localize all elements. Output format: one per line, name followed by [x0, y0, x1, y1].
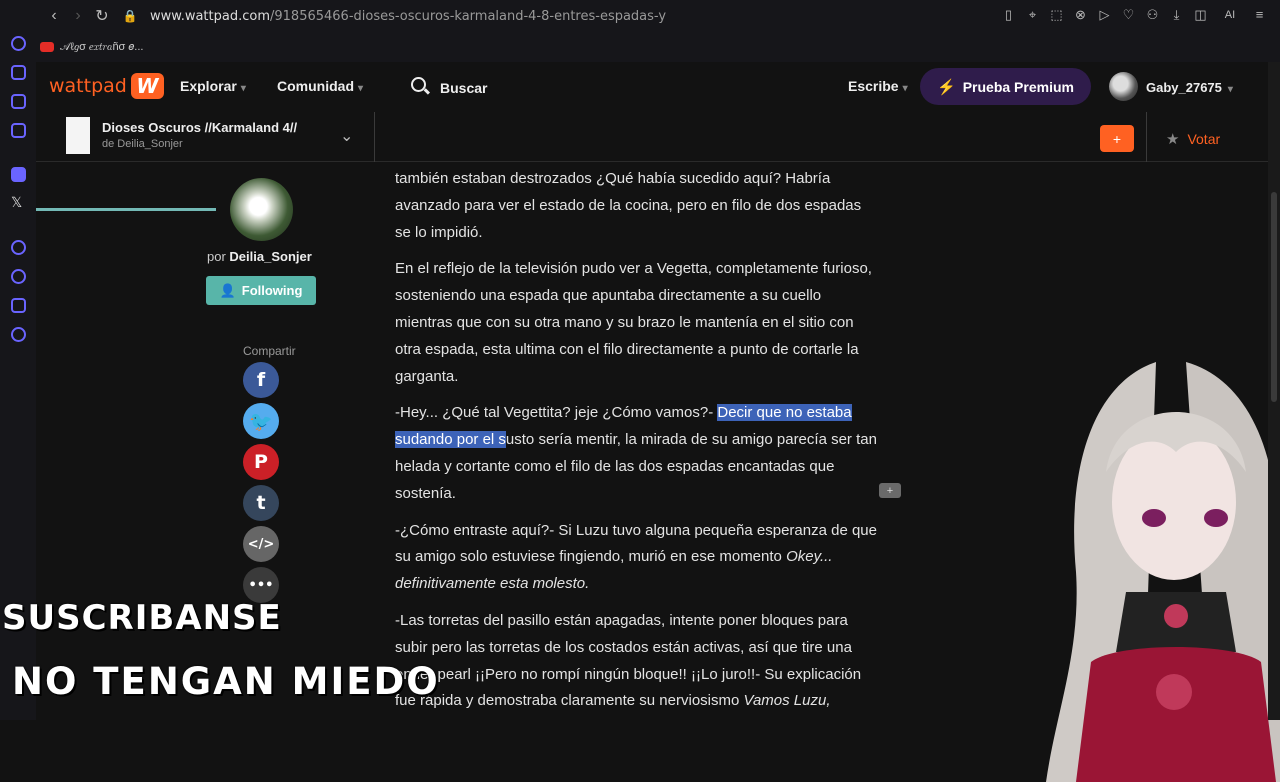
youtube-icon: [40, 42, 54, 52]
close-tab-icon[interactable]: ⊗: [1072, 6, 1089, 23]
author-byline: por Deilia_Sonjer: [207, 249, 312, 264]
search-icon[interactable]: [411, 77, 426, 92]
explore-menu[interactable]: Explorar ▾: [180, 78, 246, 94]
sidebar-player-icon[interactable]: [11, 240, 26, 255]
forward-icon[interactable]: ›: [66, 4, 90, 28]
text-run: -Hey... ¿Qué tal Vegettita? jeje ¿Cómo v…: [395, 404, 718, 422]
overlay-subscribe-text: SUSCRIBANSE: [2, 598, 282, 638]
embed-share-icon[interactable]: </>: [243, 526, 279, 562]
logo-mark: W: [130, 73, 164, 99]
extension-toolbar: ▯ ⌖ ⬚ ⊗ ▷ ♡ ⚇ ⤓ ◫ AI ≡: [1000, 6, 1268, 23]
reload-icon[interactable]: ↻: [90, 4, 114, 28]
by-prefix: por: [207, 249, 226, 264]
chevron-down-icon: ▾: [1227, 84, 1233, 95]
sidebar-mail-icon[interactable]: [11, 123, 26, 138]
user-avatar[interactable]: [1109, 72, 1138, 101]
facebook-share-icon[interactable]: f: [243, 362, 279, 398]
site-header: wattpad W Explorar ▾ Comunidad ▾ Buscar Es…: [36, 62, 1268, 112]
sidebar-bookmarks-icon[interactable]: [11, 65, 26, 80]
sidebar-speed-dial-icon[interactable]: [11, 36, 26, 51]
chevron-down-icon: ▾: [902, 83, 908, 94]
paragraph: -Hey... ¿Qué tal Vegettita? jeje ¿Cómo v…: [395, 400, 877, 507]
bookmark-item[interactable]: 𝒜ℓ𝑔σ 𝑒𝑥𝑡𝑟𝑎ñσ 𝑒...: [60, 41, 143, 54]
add-to-list-button[interactable]: +: [1100, 125, 1134, 152]
community-menu[interactable]: Comunidad ▾: [277, 78, 363, 94]
pinterest-share-icon[interactable]: P: [243, 444, 279, 480]
follow-button[interactable]: 👤 Following: [206, 276, 316, 305]
bolt-icon: ⚡: [937, 78, 956, 96]
lock-icon: 🔒: [122, 9, 138, 23]
community-label: Comunidad: [277, 78, 354, 94]
url-host: www.wattpad.com: [150, 9, 270, 24]
play-icon[interactable]: ▷: [1096, 6, 1113, 23]
screenshot-icon[interactable]: ⬚: [1048, 6, 1065, 23]
overlay-fear-text: NO TENGAN MIEDO: [12, 660, 440, 703]
url-path: /918565466-dioses-oscuros-karmaland-4-8-…: [270, 9, 667, 24]
sidebar-extensions-icon[interactable]: [11, 298, 26, 313]
page-scrollbar[interactable]: [1268, 62, 1280, 720]
account-icon[interactable]: ⚇: [1144, 6, 1161, 23]
search-button[interactable]: Buscar: [440, 80, 487, 96]
browser-chrome: ‹ › ↻ 🔒 www.wattpad.com/918565466-dioses…: [0, 0, 1280, 62]
explore-label: Explorar: [180, 78, 237, 94]
sidebar-x-icon[interactable]: 𝕏: [11, 194, 22, 211]
user-menu[interactable]: Gaby_27675 ▾: [1146, 80, 1233, 95]
bookmarks-bar: 𝒜ℓ𝑔σ 𝑒𝑥𝑡𝑟𝑎ñσ 𝑒...: [40, 36, 143, 58]
premium-button[interactable]: ⚡ Prueba Premium: [920, 68, 1091, 105]
toggle-icon[interactable]: ◫: [1192, 6, 1209, 23]
chevron-down-icon[interactable]: ⌄: [340, 126, 353, 146]
author-name[interactable]: Deilia_Sonjer: [229, 249, 311, 264]
pin-icon[interactable]: ⌖: [1024, 6, 1041, 23]
sidebar-notes-icon[interactable]: [11, 94, 26, 109]
heart-icon[interactable]: ♡: [1120, 6, 1137, 23]
sidebar-settings-icon[interactable]: [11, 327, 26, 342]
write-menu[interactable]: Escribe ▾: [848, 78, 908, 94]
back-icon[interactable]: ‹: [42, 4, 66, 28]
follow-label: Following: [241, 283, 303, 298]
user-follow-icon: 👤: [219, 282, 236, 298]
download-icon[interactable]: ⤓: [1168, 6, 1185, 23]
vote-button[interactable]: ★ Votar: [1166, 130, 1220, 148]
ai-button[interactable]: AI: [1216, 6, 1244, 23]
story-title[interactable]: Dioses Oscuros //Karmaland 4//: [102, 120, 297, 135]
paragraph: también estaban destrozados ¿Qué había s…: [395, 170, 862, 241]
tumblr-share-icon[interactable]: t: [243, 485, 279, 521]
story-content: también estaban destrozados ¿Qué había s…: [395, 166, 877, 725]
divider: [1146, 112, 1147, 162]
wattpad-logo[interactable]: wattpad W: [49, 73, 164, 99]
write-label: Escribe: [848, 78, 899, 94]
star-icon: ★: [1166, 131, 1180, 148]
story-header: Dioses Oscuros //Karmaland 4// de Deilia…: [36, 112, 1268, 211]
username-label: Gaby_27675: [1146, 80, 1222, 95]
paragraph: -Las torretas del pasillo están apagadas…: [395, 608, 877, 715]
reading-progress-bar: [36, 208, 216, 211]
share-label: Compartir: [243, 344, 296, 358]
twitter-share-icon[interactable]: 🐦: [243, 403, 279, 439]
scroll-thumb[interactable]: [1271, 192, 1277, 402]
paragraph: En el reflejo de la televisión pudo ver …: [395, 260, 872, 385]
address-bar: ‹ › ↻ 🔒 www.wattpad.com/918565466-dioses…: [0, 0, 1280, 32]
divider: [374, 112, 375, 162]
logo-text: wattpad: [49, 75, 127, 97]
story-author[interactable]: de Deilia_Sonjer: [102, 138, 183, 150]
chevron-down-icon: ▾: [358, 83, 364, 94]
premium-label: Prueba Premium: [962, 78, 1074, 95]
sidebar-history-icon[interactable]: [11, 269, 26, 284]
story-cover[interactable]: [66, 117, 90, 154]
inline-comment-icon[interactable]: +: [879, 483, 901, 498]
url-field[interactable]: www.wattpad.com/918565466-dioses-oscuros…: [150, 9, 666, 24]
sidebar-twitch-icon[interactable]: [11, 167, 26, 182]
italic-text: Vamos Luzu,: [743, 692, 831, 710]
chevron-down-icon: ▾: [240, 83, 246, 94]
vote-label: Votar: [1187, 131, 1221, 147]
author-avatar[interactable]: [230, 178, 293, 241]
menu-icon[interactable]: ≡: [1251, 6, 1268, 23]
paragraph: -¿Cómo entraste aquí?- Si Luzu tuvo algu…: [395, 518, 877, 598]
reader-icon[interactable]: ▯: [1000, 6, 1017, 23]
vtuber-avatar: [1046, 362, 1280, 782]
